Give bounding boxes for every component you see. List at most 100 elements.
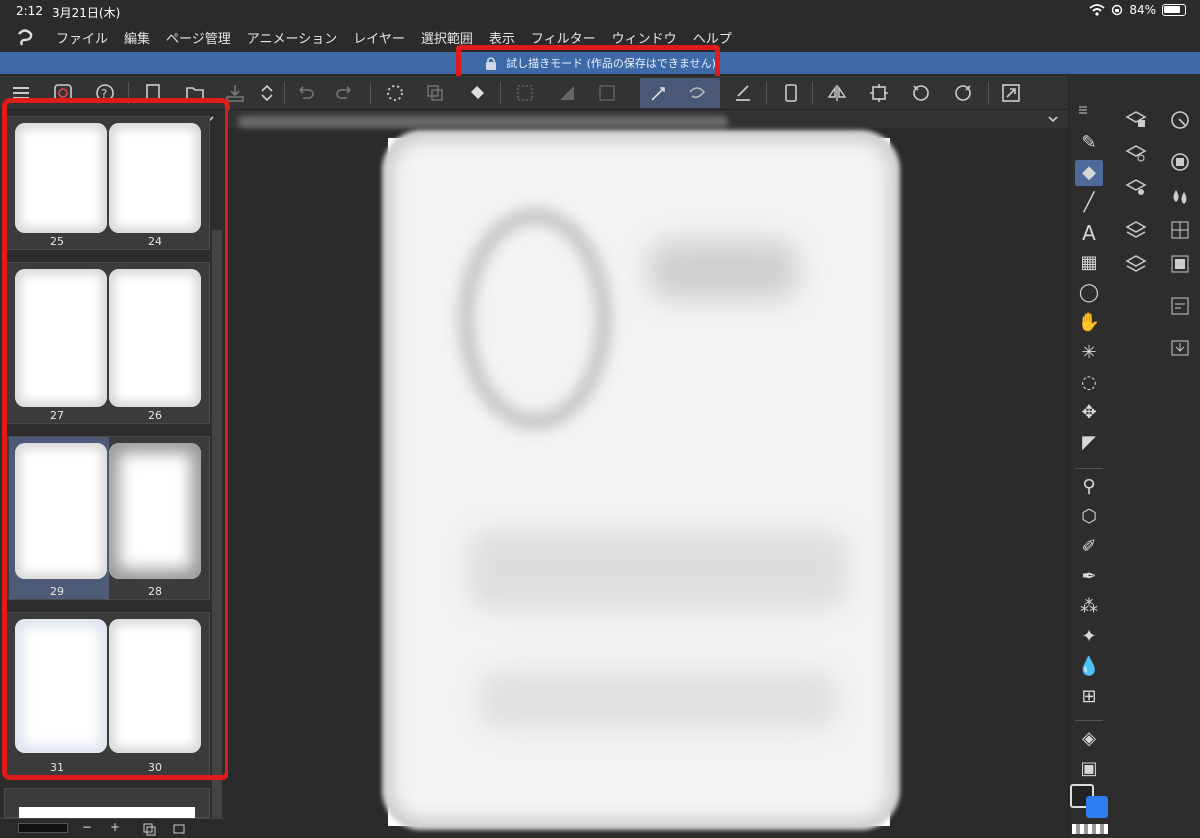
line-tool[interactable]: ╱ <box>1075 190 1103 216</box>
pen-nib-tool[interactable]: ✒ <box>1075 564 1103 590</box>
rotate-right-icon[interactable] <box>952 82 974 104</box>
ruler-tool[interactable]: ◤ <box>1075 430 1103 456</box>
menu-window[interactable]: ウィンドウ <box>612 28 677 47</box>
blurred-content <box>468 530 848 610</box>
canvas-area[interactable] <box>228 110 1068 838</box>
text-tool[interactable]: A <box>1075 220 1103 246</box>
toolbar-separator <box>988 82 989 104</box>
menu-filter[interactable]: フィルター <box>531 28 596 47</box>
menu-icon[interactable] <box>1077 104 1089 116</box>
fill-tool[interactable]: ◈ <box>1075 726 1103 752</box>
eyedropper-tool[interactable]: ✐ <box>1075 534 1103 560</box>
menu-help[interactable]: ヘルプ <box>693 28 732 47</box>
move-tool[interactable]: ✥ <box>1075 400 1103 426</box>
canvas-tab-title <box>238 116 728 128</box>
redo-icon[interactable] <box>334 82 356 104</box>
tool-column: ✎ ◆ ╱ A ▦ ◯ ✋ ✳ ◌ ✥ ◤ ⚲ ⬡ ✐ ✒ ⁂ ✦ 💧 ⊞ ◈ … <box>1068 76 1108 838</box>
zoom-tool[interactable]: ⚲ <box>1075 474 1103 500</box>
menu-file[interactable]: ファイル <box>56 28 108 47</box>
toolbar-separator <box>284 82 285 104</box>
loading-spinner-icon[interactable] <box>384 82 406 104</box>
transparent-color-swatch[interactable] <box>1072 824 1108 834</box>
menu-animation[interactable]: アニメーション <box>247 28 337 47</box>
balloon-tool[interactable]: ◯ <box>1075 280 1103 306</box>
clear-selection-icon[interactable] <box>514 82 536 104</box>
palette-bar <box>1110 76 1200 838</box>
annotation-box-pages <box>2 98 230 780</box>
chevron-down-icon[interactable] <box>1046 112 1060 126</box>
object-tool[interactable]: ⬡ <box>1075 504 1103 530</box>
rotate-left-icon[interactable] <box>910 82 932 104</box>
date: 3月21日(木) <box>52 6 121 20</box>
color-mixing-icon[interactable] <box>1168 184 1192 208</box>
navigator-icon[interactable] <box>1168 108 1192 132</box>
eraser-tool[interactable]: ◆ <box>1075 160 1103 186</box>
battery-icon <box>1162 4 1186 16</box>
gradient-tool[interactable]: ▣ <box>1075 756 1103 782</box>
thumbnail-size-slider[interactable] <box>18 823 68 833</box>
menu-selection[interactable]: 選択範囲 <box>421 28 473 47</box>
sub-view-icon[interactable] <box>1168 150 1192 174</box>
invert-selection-icon[interactable] <box>556 82 578 104</box>
app-logo-icon[interactable] <box>14 26 36 48</box>
menu-layer[interactable]: レイヤー <box>353 28 405 47</box>
ruler-pen-icon[interactable] <box>732 82 754 104</box>
device-icon[interactable] <box>780 82 802 104</box>
undo-icon[interactable] <box>294 82 316 104</box>
selection-frame-icon[interactable] <box>596 82 618 104</box>
decoration-tool[interactable]: ✦ <box>1075 624 1103 650</box>
toolbar-separator <box>766 82 767 104</box>
tool-property-icon[interactable] <box>1168 294 1192 318</box>
tool-separator <box>1075 468 1103 469</box>
layer-color-icon[interactable] <box>1124 176 1148 200</box>
airbrush-tool[interactable]: ⁂ <box>1075 594 1103 620</box>
grid-tool[interactable]: ⊞ <box>1075 684 1103 710</box>
flip-horizontal-icon[interactable] <box>826 82 848 104</box>
pen-select-icon <box>651 87 665 101</box>
layer-search-icon[interactable] <box>1124 218 1148 242</box>
blend-tool[interactable]: 💧 <box>1075 654 1103 680</box>
lasso-tool[interactable]: ◌ <box>1075 370 1103 396</box>
pen-tool[interactable]: ✎ <box>1075 130 1103 156</box>
status-bar: 2:12 3月21日(木) 84% <box>0 0 1200 24</box>
draw-mode-toggle[interactable] <box>640 78 720 108</box>
frame-tool[interactable]: ▦ <box>1075 250 1103 276</box>
zoom-in-button[interactable]: + <box>110 820 120 834</box>
material-icon[interactable] <box>1168 252 1192 276</box>
battery-percent: 84% <box>1129 3 1156 17</box>
clip-studio-window: 2:12 3月21日(木) 84% ファイル 編集 ページ管理 アニメーション … <box>0 0 1200 838</box>
download-icon[interactable] <box>1168 336 1192 360</box>
canvas-tab-bar <box>228 110 1068 128</box>
clock: 2:12 <box>16 4 43 18</box>
lasso-pen-icon <box>689 87 706 99</box>
duplicate-page-icon[interactable] <box>142 822 156 836</box>
menu-page-manage[interactable]: ページ管理 <box>166 28 231 47</box>
toolbar-separator <box>370 82 371 104</box>
layers-icon[interactable] <box>1124 252 1148 276</box>
wifi-icon <box>1089 4 1105 16</box>
menu-view[interactable]: 表示 <box>489 28 515 47</box>
toolbar-separator <box>812 82 813 104</box>
sub-color-swatch[interactable] <box>1086 796 1108 818</box>
blurred-content <box>648 240 798 300</box>
menu-edit[interactable]: 編集 <box>124 28 150 47</box>
transform-icon[interactable] <box>424 82 446 104</box>
page-spread[interactable] <box>4 788 210 819</box>
tool-separator <box>1075 720 1103 721</box>
up-down-icon[interactable] <box>256 82 278 104</box>
color-set-icon[interactable] <box>1168 218 1192 242</box>
toolbar-separator <box>500 82 501 104</box>
zoom-out-button[interactable]: − <box>82 820 92 834</box>
crop-icon[interactable] <box>868 82 890 104</box>
fullscreen-icon[interactable] <box>1000 82 1022 104</box>
layer-property-icon[interactable] <box>1124 108 1148 132</box>
layer-settings-icon[interactable] <box>1124 142 1148 166</box>
page-settings-icon[interactable] <box>172 822 186 836</box>
status-right: 84% <box>1089 3 1186 17</box>
blurred-content <box>478 670 838 730</box>
fill-bucket-icon[interactable] <box>466 82 488 104</box>
page-panel-footer: − + <box>0 818 224 838</box>
magic-wand-tool[interactable]: ✳ <box>1075 340 1103 366</box>
hand-tool[interactable]: ✋ <box>1075 310 1103 336</box>
blurred-oval-shape <box>460 210 610 428</box>
